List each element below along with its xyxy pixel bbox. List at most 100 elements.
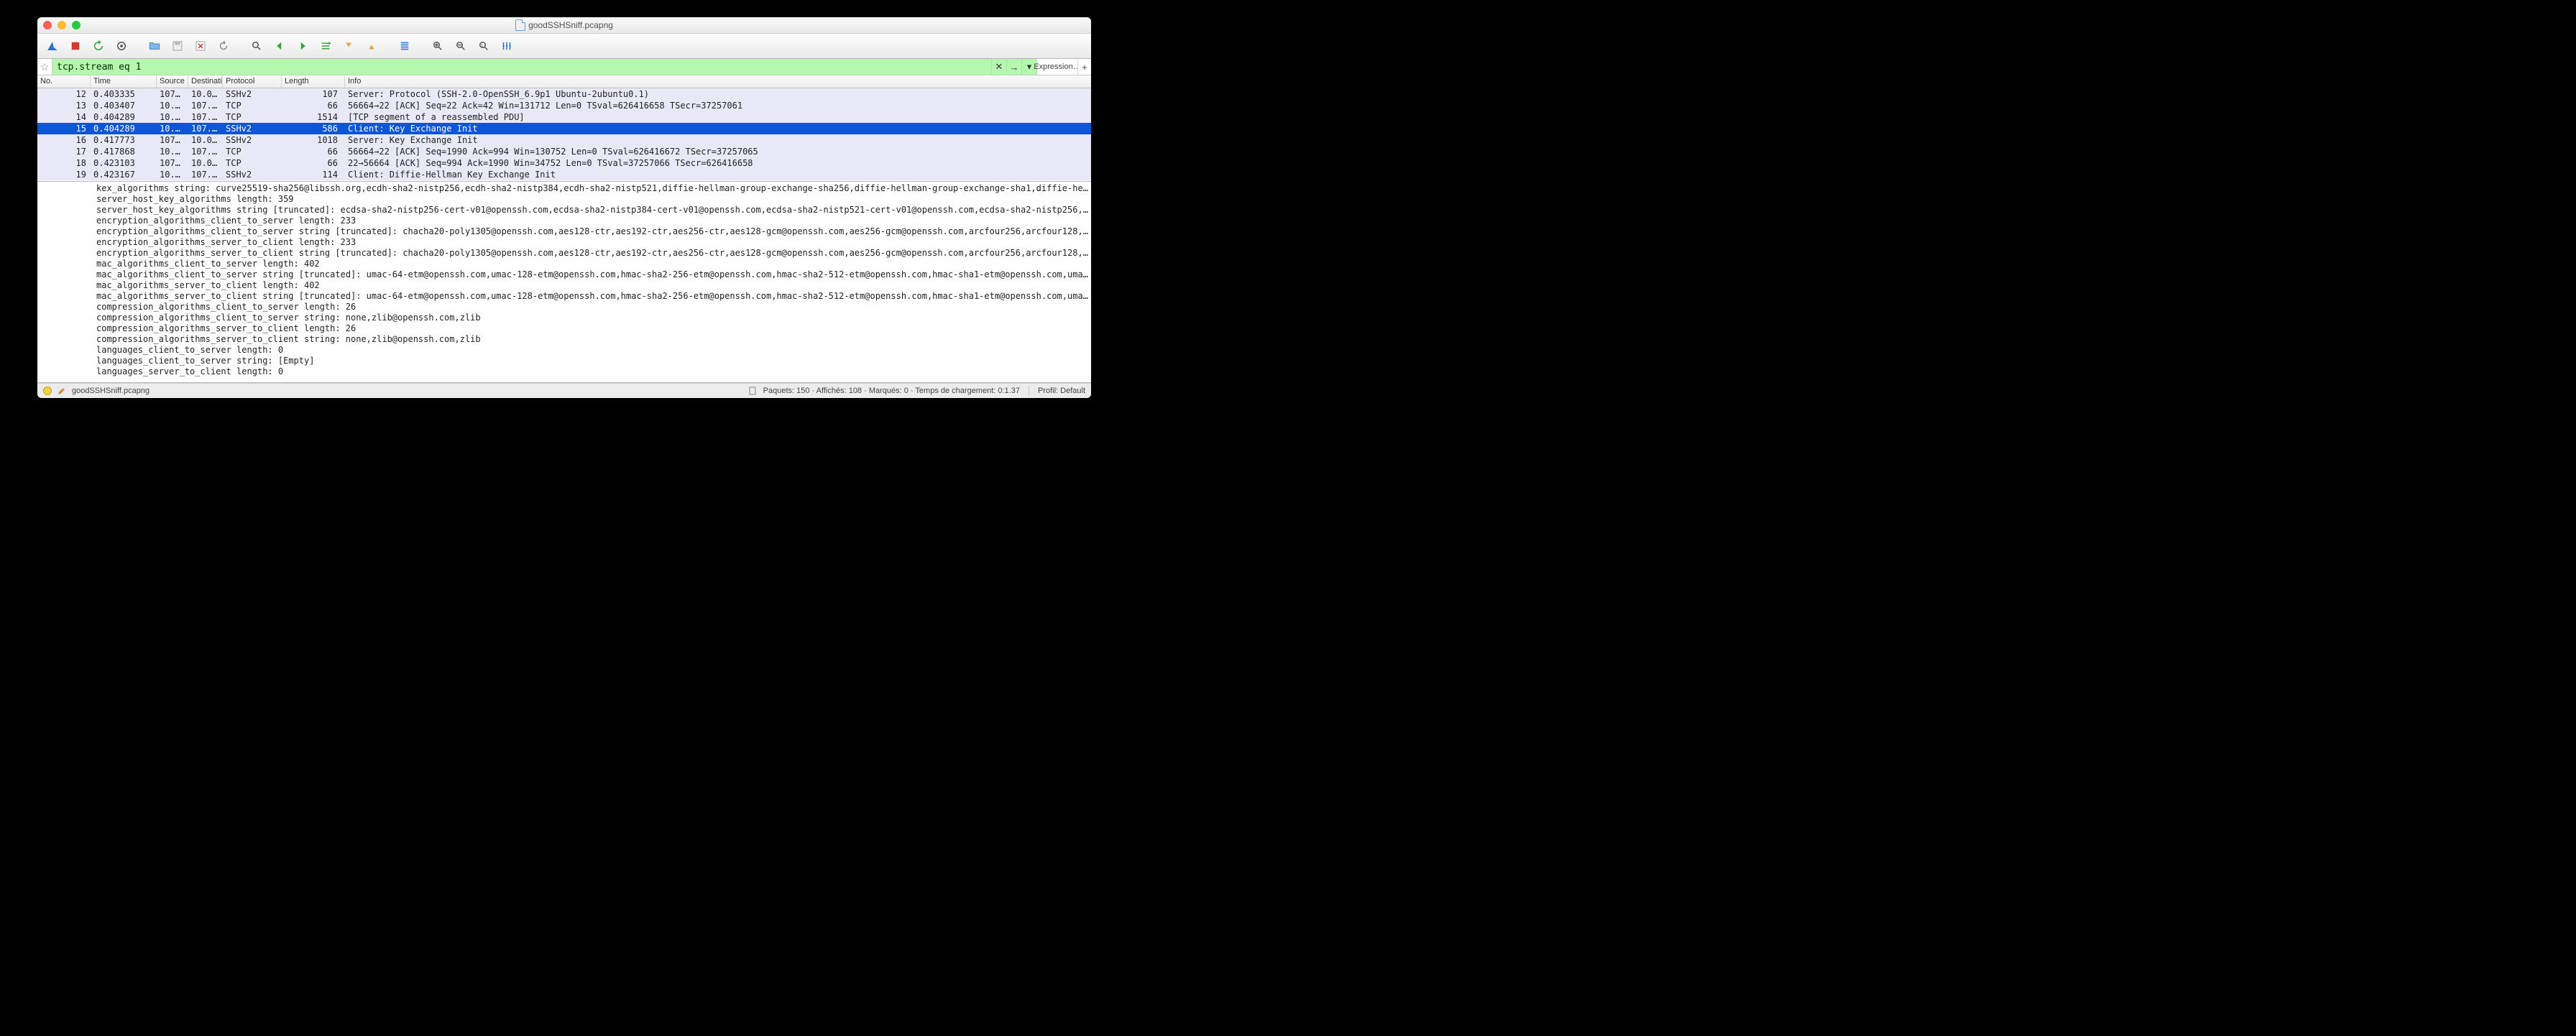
packet-cell: 10.… — [157, 100, 188, 111]
go-to-packet-button[interactable] — [315, 36, 336, 56]
restart-capture-button[interactable] — [88, 36, 109, 56]
column-header-info[interactable]: Info — [345, 75, 1091, 88]
detail-line[interactable]: server_host_key_algorithms length: 359 — [96, 194, 1091, 205]
packet-row[interactable]: 120.403335107…10.0…SSHv2107Server: Proto… — [37, 88, 1091, 100]
apply-filter-button[interactable]: → — [1006, 59, 1021, 75]
detail-line[interactable]: mac_algorithms_server_to_client length: … — [96, 280, 1091, 291]
auto-scroll-button[interactable] — [394, 36, 415, 56]
zoom-in-button[interactable] — [427, 36, 448, 56]
open-file-button[interactable] — [144, 36, 165, 56]
add-filter-button[interactable]: + — [1077, 59, 1091, 75]
detail-line[interactable]: encryption_algorithms_server_to_client s… — [96, 248, 1091, 259]
shark-fin-icon[interactable] — [42, 36, 63, 56]
packet-cell: 107.… — [188, 111, 223, 123]
packet-details-pane[interactable]: kex_algorithms string: curve25519-sha256… — [37, 182, 1091, 383]
packet-cell: 17 — [37, 146, 91, 157]
bookmark-filter-button[interactable]: ☆ — [37, 59, 52, 75]
packet-cell: 10.… — [157, 111, 188, 123]
zoom-out-button[interactable] — [450, 36, 472, 56]
packet-cell: 0.417773 — [91, 134, 157, 146]
packet-cell: 1018 — [282, 134, 345, 146]
go-back-button[interactable] — [269, 36, 290, 56]
detail-line[interactable]: compression_algorithms_server_to_client … — [96, 334, 1091, 345]
packet-cell: Server: Key Exchange Init — [345, 134, 1091, 146]
find-button[interactable] — [246, 36, 267, 56]
stop-capture-button[interactable] — [65, 36, 86, 56]
packet-cell: [TCP segment of a reassembled PDU] — [345, 111, 1091, 123]
detail-line[interactable]: mac_algorithms_client_to_server length: … — [96, 259, 1091, 269]
packet-row[interactable]: 180.423103107…10.0…TCP6622→56664 [ACK] S… — [37, 157, 1091, 169]
column-header-destination[interactable]: Destinati — [188, 75, 223, 88]
packet-cell: TCP — [223, 100, 282, 111]
reload-file-button[interactable] — [213, 36, 234, 56]
go-first-button[interactable] — [338, 36, 359, 56]
packet-cell: 15 — [37, 123, 91, 134]
status-doc-icon — [749, 387, 758, 395]
go-last-button[interactable] — [361, 36, 382, 56]
close-file-button[interactable] — [190, 36, 211, 56]
display-filter-input[interactable] — [52, 59, 991, 75]
expert-info-led-icon[interactable] — [43, 387, 52, 395]
packet-row[interactable]: 170.41786810.…107.…TCP6656664→22 [ACK] S… — [37, 146, 1091, 157]
minimize-window-button[interactable] — [58, 21, 66, 29]
status-profile[interactable]: Profil: Default — [1038, 387, 1085, 395]
packet-row[interactable]: 140.40428910.…107.…TCP1514[TCP segment o… — [37, 111, 1091, 123]
packet-cell: 10.… — [157, 123, 188, 134]
packet-cell: SSHv2 — [223, 123, 282, 134]
packet-row[interactable]: 150.40428910.…107.…SSHv2586Client: Key E… — [37, 123, 1091, 134]
detail-line[interactable]: languages_server_to_client length: 0 — [96, 366, 1091, 377]
detail-line[interactable]: kex_algorithms string: curve25519-sha256… — [96, 183, 1091, 194]
column-header-time[interactable]: Time — [91, 75, 157, 88]
packet-cell: 0.417868 — [91, 146, 157, 157]
detail-line[interactable]: languages_client_to_server length: 0 — [96, 345, 1091, 356]
packet-row[interactable]: 160.417773107…10.0…SSHv21018Server: Key … — [37, 134, 1091, 146]
document-icon — [515, 19, 525, 31]
detail-line[interactable]: mac_algorithms_server_to_client string [… — [96, 291, 1091, 302]
packet-row[interactable]: 190.42316710.…107.…SSHv2114Client: Diffi… — [37, 169, 1091, 180]
edit-capture-comment-icon[interactable] — [58, 387, 66, 395]
resize-columns-button[interactable] — [496, 36, 518, 56]
packet-cell: 0.403407 — [91, 100, 157, 111]
titlebar: goodSSHSniff.pcapng — [37, 17, 1091, 34]
packet-cell: 107… — [157, 134, 188, 146]
detail-line[interactable]: compression_algorithms_client_to_server … — [96, 313, 1091, 323]
packet-row[interactable]: 130.40340710.…107.…TCP6656664→22 [ACK] S… — [37, 100, 1091, 111]
packet-cell: Client: Key Exchange Init — [345, 123, 1091, 134]
column-header-no[interactable]: No. — [37, 75, 91, 88]
main-toolbar: 1 — [37, 34, 1091, 59]
go-forward-button[interactable] — [292, 36, 313, 56]
detail-line[interactable]: encryption_algorithms_client_to_server l… — [96, 216, 1091, 226]
column-header-protocol[interactable]: Protocol — [223, 75, 282, 88]
detail-line[interactable]: encryption_algorithms_client_to_server s… — [96, 226, 1091, 237]
detail-line[interactable]: mac_algorithms_client_to_server string [… — [96, 269, 1091, 280]
packet-cell: 10.0… — [188, 134, 223, 146]
packet-cell: 107 — [282, 88, 345, 100]
column-header-source[interactable]: Source — [157, 75, 188, 88]
packet-cell: TCP — [223, 146, 282, 157]
save-file-button[interactable] — [167, 36, 188, 56]
detail-line[interactable]: server_host_key_algorithms string [trunc… — [96, 205, 1091, 216]
packet-cell: 107… — [157, 88, 188, 100]
zoom-window-button[interactable] — [72, 21, 80, 29]
packet-cell: 114 — [282, 169, 345, 180]
packet-cell: 0.404289 — [91, 123, 157, 134]
status-packet-stats: Paquets: 150 · Affichés: 108 · Marqués: … — [763, 387, 1020, 395]
column-header-length[interactable]: Length — [282, 75, 345, 88]
packet-cell: Client: Diffie-Hellman Key Exchange Init — [345, 169, 1091, 180]
detail-line[interactable]: compression_algorithms_server_to_client … — [96, 323, 1091, 334]
close-window-button[interactable] — [43, 21, 52, 29]
packet-cell: 0.423103 — [91, 157, 157, 169]
app-window: goodSSHSniff.pcapng 1 ☆ ✕ → ▾ Expression… — [37, 17, 1091, 398]
packet-cell: 107.… — [188, 146, 223, 157]
window-title: goodSSHSniff.pcapng — [37, 19, 1091, 31]
packet-cell: 13 — [37, 100, 91, 111]
clear-filter-button[interactable]: ✕ — [991, 59, 1006, 75]
zoom-reset-button[interactable]: 1 — [473, 36, 494, 56]
filter-expression-button[interactable]: Expression… — [1036, 59, 1077, 75]
window-controls — [43, 21, 80, 29]
detail-line[interactable]: encryption_algorithms_server_to_client l… — [96, 237, 1091, 248]
detail-line[interactable]: compression_algorithms_client_to_server … — [96, 302, 1091, 313]
detail-line[interactable]: languages_client_to_server string: [Empt… — [96, 356, 1091, 366]
packet-list[interactable]: 120.403335107…10.0…SSHv2107Server: Proto… — [37, 88, 1091, 182]
capture-options-button[interactable] — [111, 36, 132, 56]
